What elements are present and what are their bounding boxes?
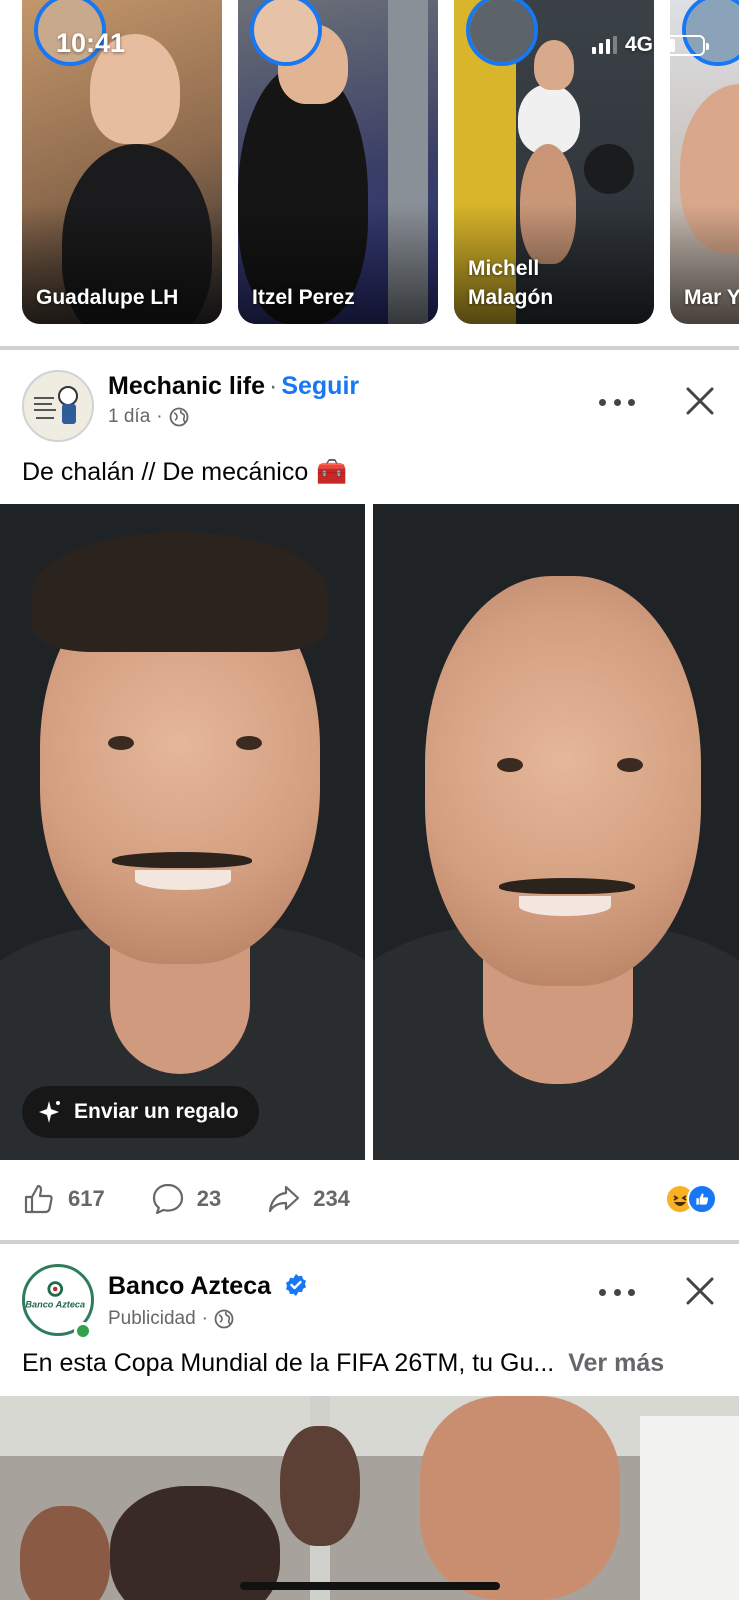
network-label: 4G — [624, 33, 653, 56]
post-actions: 617 23 234 — [0, 1164, 739, 1234]
story-name: Guadalupe LH — [36, 285, 179, 309]
post-photo-grid[interactable]: Enviar un regalo — [0, 504, 739, 1160]
post-photo-right[interactable] — [373, 504, 739, 1160]
reaction-summary[interactable] — [665, 1184, 717, 1214]
comment-bubble-icon — [152, 1183, 183, 1215]
globe-icon — [169, 407, 188, 427]
online-status-dot — [74, 1322, 92, 1340]
page-name[interactable]: Banco Azteca — [108, 1272, 271, 1300]
story-name: Mar Y — [684, 285, 739, 309]
mechanic-cartoon-icon — [24, 372, 92, 440]
like-button[interactable]: 617 — [22, 1182, 105, 1216]
story-thumbnail-face — [534, 40, 574, 90]
post-photo-left[interactable]: Enviar un regalo — [0, 504, 365, 1160]
like-count: 617 — [68, 1186, 105, 1211]
page-avatar[interactable] — [22, 370, 94, 442]
post-caption: De chalán // De mecánico 🧰 — [22, 458, 347, 487]
home-indicator[interactable] — [239, 1582, 500, 1590]
share-button[interactable]: 234 — [267, 1182, 350, 1216]
sponsored-label[interactable]: Publicidad — [108, 1308, 196, 1330]
story-card-itzel[interactable]: Itzel Perez — [238, 0, 438, 324]
verified-badge-icon — [285, 1274, 306, 1296]
section-divider — [0, 1240, 739, 1244]
more-options-icon[interactable] — [599, 1280, 635, 1304]
post-header: Banco Azteca Banco Azteca Publicidad · — [0, 1256, 739, 1340]
send-gift-button[interactable]: Enviar un regalo — [22, 1086, 259, 1138]
story-name: Itzel Perez — [252, 285, 355, 309]
person-image — [280, 1426, 360, 1546]
signal-icon — [591, 36, 617, 54]
person-image — [20, 1506, 110, 1600]
page-name[interactable]: Mechanic life — [108, 372, 265, 400]
share-arrow-icon — [269, 1185, 300, 1213]
post-time[interactable]: 1 día — [108, 406, 150, 428]
status-time: 10:41 — [56, 28, 126, 58]
follow-button[interactable]: Seguir — [281, 372, 359, 400]
like-thumb-icon — [24, 1184, 53, 1214]
person-image — [420, 1396, 620, 1600]
post-header: Mechanic life · Seguir 1 día · — [0, 364, 739, 444]
comment-count: 23 — [196, 1186, 222, 1211]
post-caption: En esta Copa Mundial de la FIFA 26TM, tu… — [22, 1349, 664, 1378]
story-name: Michell Malagón — [468, 257, 554, 309]
more-options-icon[interactable] — [599, 390, 635, 414]
close-icon[interactable] — [683, 1274, 717, 1308]
battery-icon — [661, 34, 709, 56]
story-avatar — [466, 0, 538, 66]
post-text: De chalán // De mecánico — [22, 458, 309, 486]
svg-text:Banco Azteca: Banco Azteca — [25, 1299, 85, 1309]
comment-button[interactable]: 23 — [151, 1182, 221, 1216]
ad-photo[interactable] — [0, 1396, 739, 1600]
hair-image — [32, 532, 328, 652]
face-image — [425, 576, 701, 986]
gift-sparkle-icon — [39, 1101, 60, 1123]
like-reaction-icon — [687, 1184, 717, 1214]
share-count: 234 — [313, 1186, 350, 1211]
close-icon[interactable] — [683, 384, 717, 418]
toolbox-emoji: 🧰 — [316, 458, 348, 486]
post-text: En esta Copa Mundial de la FIFA 26TM, tu… — [22, 1349, 555, 1377]
section-divider — [0, 346, 739, 350]
see-more-link[interactable]: Ver más — [568, 1349, 664, 1378]
globe-icon — [214, 1309, 234, 1329]
send-gift-label: Enviar un regalo — [74, 1100, 239, 1123]
